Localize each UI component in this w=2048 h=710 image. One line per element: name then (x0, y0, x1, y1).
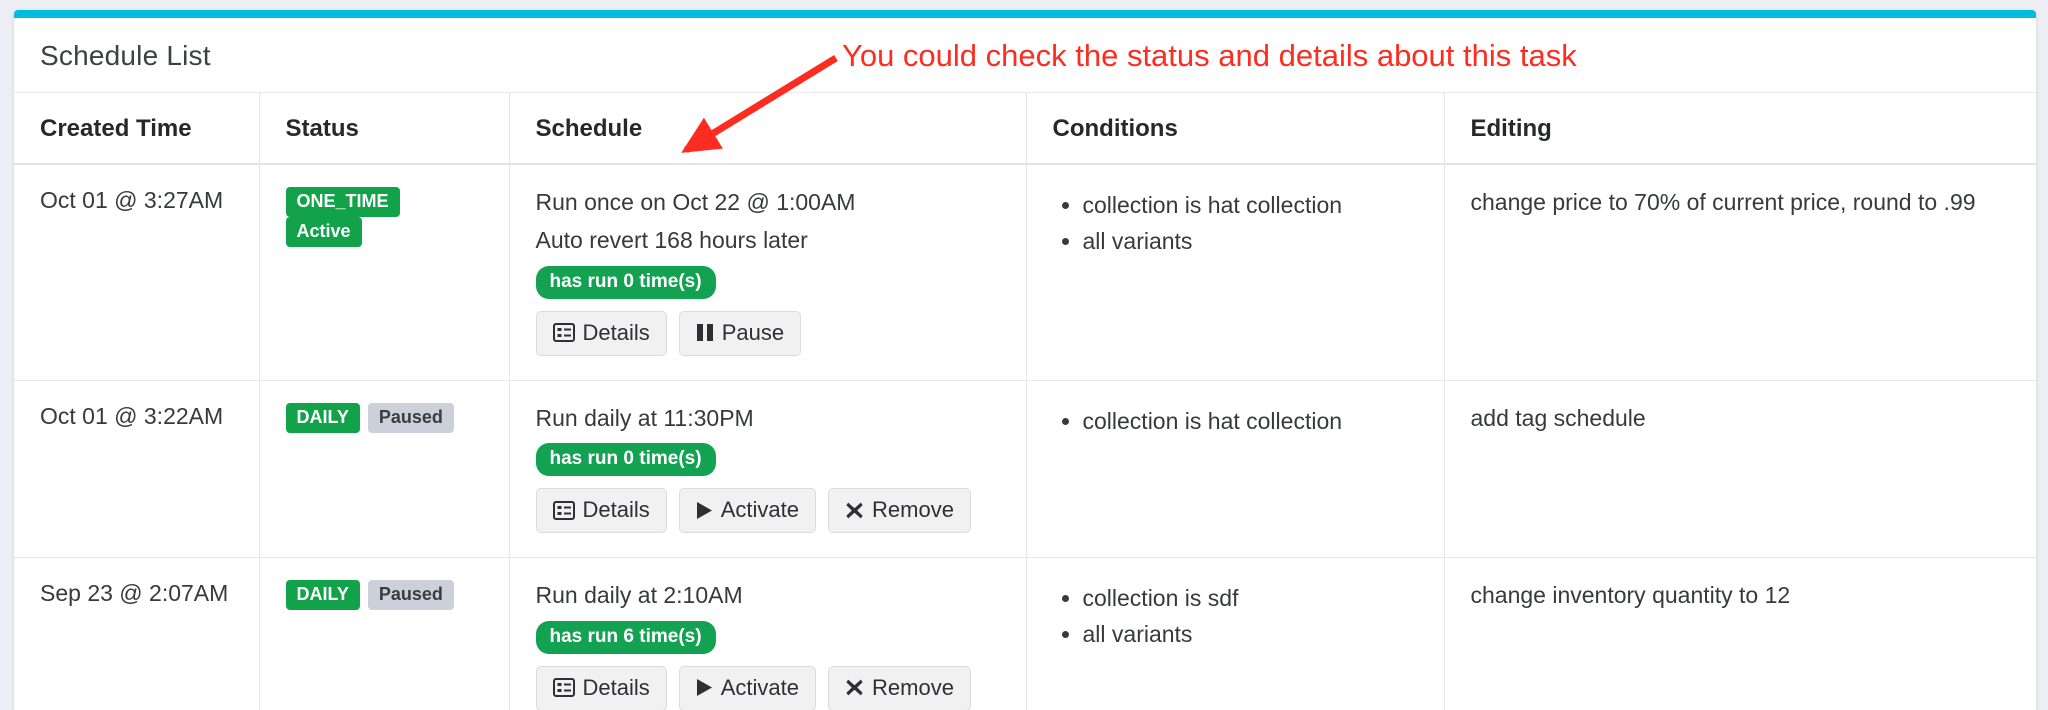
schedule-list-card: Schedule List Created Time Status Schedu… (14, 10, 2036, 710)
schedule-line: Run once on Oct 22 @ 1:00AM (535, 189, 856, 215)
schedule-line: Auto revert 168 hours later (535, 227, 808, 254)
condition-item: collection is hat collection (1083, 189, 1418, 222)
cell-schedule: Run daily at 11:30PM has run 0 time(s) Det… (509, 380, 1027, 559)
card-accent-bar (14, 10, 2036, 18)
cell-created-time: Oct 01 @ 3:27AM (14, 164, 260, 381)
table-body: Oct 01 @ 3:27AM ONE_TIMEActive Run once on… (14, 164, 2036, 710)
page-root: Schedule List Created Time Status Schedu… (0, 0, 2048, 710)
cell-status: ONE_TIMEActive (259, 164, 510, 381)
column-header-conditions: Conditions (1026, 93, 1445, 165)
annotation-text: You could check the status and details a… (842, 38, 1577, 73)
cell-created-time: Oct 01 @ 3:22AM (14, 380, 260, 559)
play-icon (696, 678, 713, 697)
cell-editing: change price to 70% of current price, ro… (1444, 164, 2036, 381)
button-label: Details (582, 319, 650, 345)
remove-button[interactable]: Remove (828, 488, 971, 534)
cell-schedule: Run once on Oct 22 @ 1:00AM Auto revert 1… (509, 164, 1027, 381)
run-count-badge: has run 0 time(s) (535, 265, 716, 299)
condition-item: all variants (1083, 225, 1418, 258)
cell-status: DAILY Paused (259, 380, 510, 559)
created-time-value: Oct 01 @ 3:27AM (40, 187, 224, 213)
column-header-editing: Editing (1444, 93, 2036, 165)
row-action-buttons: Details Activate Remove (535, 665, 1000, 710)
cell-editing: add tag schedule (1444, 380, 2036, 559)
created-time-value: Sep 23 @ 2:07AM (40, 580, 229, 607)
list-icon (552, 323, 575, 343)
status-badge: Paused (367, 580, 454, 611)
button-label: Pause (721, 319, 785, 345)
status-badge: DAILY (285, 402, 360, 433)
conditions-list: collection is hat collectionall variants (1053, 189, 1418, 257)
cell-conditions: collection is hat collection (1026, 380, 1445, 559)
details-button[interactable]: Details (535, 488, 667, 534)
cross-icon (845, 678, 864, 697)
row-action-buttons: Details Pause (535, 310, 1000, 356)
editing-description: change inventory quantity to 12 (1470, 582, 1791, 609)
table-row: Sep 23 @ 2:07AM DAILY Paused Run daily at 2… (14, 557, 2036, 710)
list-icon (552, 500, 575, 520)
table-row: Oct 01 @ 3:22AM DAILY Paused Run daily at 1… (14, 380, 2036, 559)
activate-button[interactable]: Activate (678, 665, 817, 710)
schedule-line: Run daily at 2:10AM (535, 582, 743, 609)
editing-description: add tag schedule (1470, 404, 1646, 431)
cell-conditions: collection is hat collectionall variants (1026, 164, 1445, 381)
table-head: Created Time Status Schedule Conditions … (14, 93, 2036, 165)
button-label: Details (582, 497, 650, 523)
conditions-list: collection is sdfall variants (1053, 582, 1418, 650)
details-button[interactable]: Details (535, 310, 667, 356)
schedule-line: Run daily at 11:30PM (535, 404, 754, 431)
activate-button[interactable]: Activate (678, 488, 817, 534)
condition-item: collection is sdf (1083, 582, 1418, 615)
button-label: Activate (720, 674, 800, 700)
pause-button[interactable]: Pause (678, 310, 802, 356)
column-header-status: Status (259, 93, 510, 165)
table-header-row: Created Time Status Schedule Conditions … (14, 93, 2036, 165)
table-row: Oct 01 @ 3:27AM ONE_TIMEActive Run once on… (14, 164, 2036, 381)
row-action-buttons: Details Activate Remove (535, 488, 1000, 534)
status-badge: ONE_TIME (285, 187, 400, 217)
run-count-badge: has run 0 time(s) (535, 443, 716, 477)
pause-icon (696, 323, 714, 342)
status-badge: Active (285, 216, 362, 247)
condition-item: all variants (1083, 618, 1418, 651)
play-icon (696, 501, 713, 520)
list-icon (552, 678, 575, 698)
cell-created-time: Sep 23 @ 2:07AM (14, 557, 260, 710)
status-badge: DAILY (285, 580, 360, 611)
run-count-badge: has run 6 time(s) (535, 620, 716, 654)
created-time-value: Oct 01 @ 3:22AM (40, 402, 224, 429)
column-header-schedule: Schedule (509, 93, 1027, 165)
details-button[interactable]: Details (535, 665, 667, 710)
cell-editing: change inventory quantity to 12 (1444, 558, 2036, 710)
schedule-table: Created Time Status Schedule Conditions … (14, 93, 2036, 710)
button-label: Activate (720, 497, 800, 523)
button-label: Remove (872, 674, 954, 700)
cell-status: DAILY Paused (259, 557, 510, 710)
conditions-list: collection is hat collection (1053, 405, 1418, 438)
condition-item: collection is hat collection (1083, 405, 1418, 438)
button-label: Remove (872, 497, 954, 523)
remove-button[interactable]: Remove (828, 665, 971, 710)
cell-conditions: collection is sdfall variants (1026, 557, 1445, 710)
column-header-created-time: Created Time (14, 93, 260, 165)
button-label: Details (582, 674, 650, 700)
cross-icon (845, 501, 864, 520)
editing-description: change price to 70% of current price, ro… (1470, 189, 1976, 215)
cell-schedule: Run daily at 2:10AM has run 6 time(s) Deta… (509, 557, 1027, 710)
status-badge: Paused (367, 402, 454, 433)
